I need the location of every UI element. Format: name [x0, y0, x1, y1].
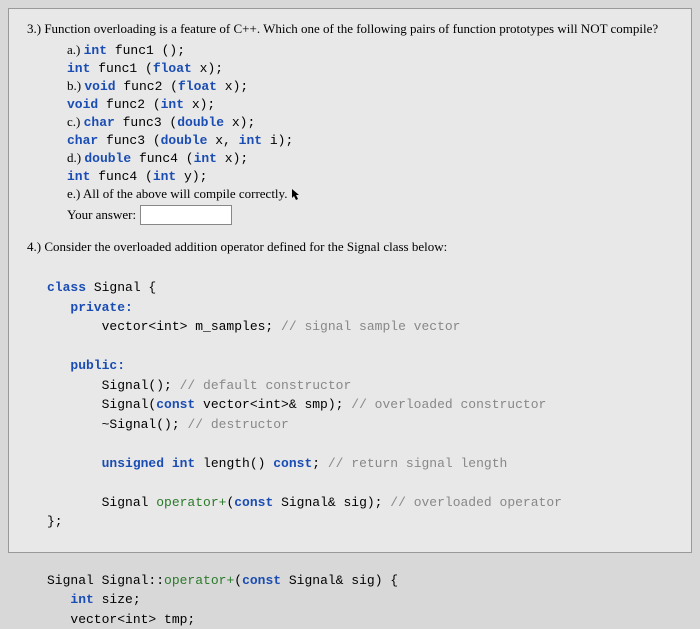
question-3: 3.) Function overloading is a feature of…: [27, 21, 673, 225]
code-text: ;: [312, 456, 328, 471]
your-answer-row: Your answer:: [67, 205, 673, 225]
code-text: func1 (: [98, 61, 153, 76]
code-text: vector<int>& smp);: [195, 397, 351, 412]
comment: // overloaded constructor: [351, 397, 546, 412]
code-text: Signal Signal::: [47, 573, 164, 588]
kw-int: int: [161, 97, 184, 112]
code-text: vector<int> m_samples;: [102, 319, 281, 334]
kw-operator: operator+: [164, 573, 234, 588]
comment: // destructor: [187, 417, 288, 432]
q3-option-e: e.) All of the above will compile correc…: [67, 185, 673, 203]
code-text: Signal: [102, 495, 157, 510]
kw-float: float: [153, 61, 192, 76]
code-text: func1 ();: [115, 43, 185, 58]
q3-b-line2: void func2 (int x);: [67, 96, 673, 114]
kw-const: const: [273, 456, 312, 471]
code-text: i);: [262, 133, 293, 148]
code-text: x);: [224, 115, 255, 130]
code-text: y);: [176, 169, 207, 184]
option-text: All of the above will compile correctly.: [80, 186, 290, 201]
document-page: 3.) Function overloading is a feature of…: [8, 8, 692, 553]
kw-class: class: [47, 280, 94, 295]
comment: // return signal length: [328, 456, 507, 471]
code-text: Signal {: [94, 280, 156, 295]
option-label: e.): [67, 186, 80, 201]
code-text: x,: [207, 133, 238, 148]
code-text: x);: [217, 151, 248, 166]
code-text: Signal& sig);: [273, 495, 390, 510]
code-text: Signal(: [102, 397, 157, 412]
comment: // signal sample vector: [281, 319, 460, 334]
code-text: func3 (: [123, 115, 178, 130]
kw-public: public:: [70, 358, 125, 373]
option-label: d.): [67, 150, 81, 165]
q3-option-d: d.) double func4 (int x);: [67, 149, 673, 168]
q3-c-line2: char func3 (double x, int i);: [67, 132, 673, 150]
code-text: };: [47, 514, 63, 529]
q3-option-c: c.) char func3 (double x);: [67, 113, 673, 132]
your-answer-label: Your answer:: [67, 207, 136, 223]
q4-code: class Signal { private: vector<int> m_sa…: [47, 259, 673, 629]
kw-int: int: [239, 133, 262, 148]
q3-a-line2: int func1 (float x);: [67, 60, 673, 78]
kw-int: int: [70, 592, 93, 607]
answer-input[interactable]: [140, 205, 232, 225]
kw-double: double: [177, 115, 224, 130]
comment: // default constructor: [180, 378, 352, 393]
code-text: ~Signal();: [102, 417, 188, 432]
kw-void: void: [84, 79, 123, 94]
q4-prompt: 4.) Consider the overloaded addition ope…: [27, 239, 673, 255]
kw-float: float: [178, 79, 217, 94]
code-text: x);: [184, 97, 215, 112]
code-text: size;: [94, 592, 141, 607]
kw-int: int: [153, 169, 176, 184]
kw-const: const: [234, 495, 273, 510]
code-text: x);: [217, 79, 248, 94]
option-label: c.): [67, 114, 80, 129]
q3-d-line2: int func4 (int y);: [67, 168, 673, 186]
kw-operator: operator+: [156, 495, 226, 510]
code-text: vector<int> tmp;: [70, 612, 195, 627]
kw-const: const: [156, 397, 195, 412]
q3-option-a: a.) int func1 ();: [67, 41, 673, 60]
code-text: func3 (: [106, 133, 161, 148]
kw-char: char: [67, 133, 106, 148]
question-4: 4.) Consider the overloaded addition ope…: [27, 239, 673, 629]
kw-int: int: [67, 169, 98, 184]
option-label: a.): [67, 42, 80, 57]
kw-double: double: [161, 133, 208, 148]
kw-int: int: [84, 43, 115, 58]
cursor-icon: [291, 188, 301, 202]
q3-prompt: 3.) Function overloading is a feature of…: [27, 21, 673, 37]
code-text: func2 (: [123, 79, 178, 94]
code-text: Signal& sig) {: [281, 573, 398, 588]
code-text: Signal();: [102, 378, 180, 393]
kw-int: int: [194, 151, 217, 166]
code-text: func4 (: [98, 169, 153, 184]
kw-int: int: [67, 61, 98, 76]
code-text: (: [234, 573, 242, 588]
kw-private: private:: [70, 300, 132, 315]
kw-unsigned-int: unsigned int: [102, 456, 196, 471]
kw-void: void: [67, 97, 106, 112]
code-text: x);: [192, 61, 223, 76]
code-text: length(): [195, 456, 273, 471]
kw-const: const: [242, 573, 281, 588]
kw-char: char: [84, 115, 123, 130]
code-text: func2 (: [106, 97, 161, 112]
kw-double: double: [84, 151, 139, 166]
q3-option-b: b.) void func2 (float x);: [67, 77, 673, 96]
comment: // overloaded operator: [390, 495, 562, 510]
code-text: func4 (: [139, 151, 194, 166]
option-label: b.): [67, 78, 81, 93]
